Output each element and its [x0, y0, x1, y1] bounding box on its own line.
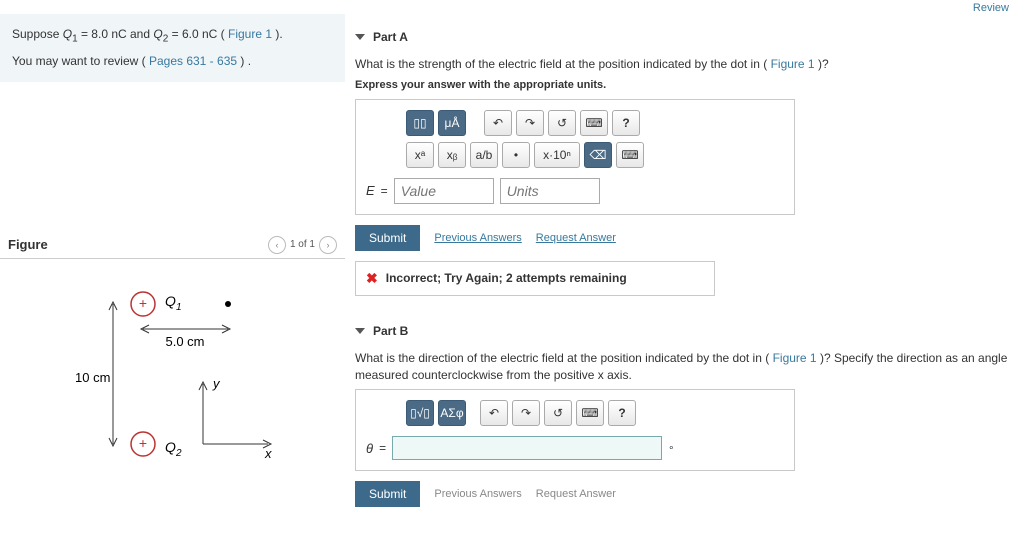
intro-suffix: ).: [275, 27, 282, 41]
svg-text:5.0 cm: 5.0 cm: [165, 334, 204, 349]
figure-next-button[interactable]: ›: [319, 236, 337, 254]
help-button[interactable]: ?: [612, 110, 640, 136]
review-prefix: You may want to review (: [12, 54, 146, 68]
feedback-box: ✖ Incorrect; Try Again; 2 attempts remai…: [355, 261, 715, 296]
degree-symbol: ∘: [668, 443, 674, 454]
q2-sub: 2: [163, 33, 169, 44]
part-b: Part B What is the direction of the elec…: [355, 318, 1014, 508]
equals: =: [381, 184, 388, 198]
part-a-title: Part A: [373, 30, 408, 44]
top-bar: Review: [0, 0, 1024, 14]
figure-prev-button[interactable]: ‹: [268, 236, 286, 254]
redo-button[interactable]: ↷: [512, 400, 540, 426]
part-a-question-prefix: What is the strength of the electric fie…: [355, 57, 767, 71]
review-suffix: ) .: [240, 54, 251, 68]
svg-text:Q: Q: [165, 293, 176, 309]
undo-button[interactable]: ↶: [480, 400, 508, 426]
q1-symbol: Q: [63, 27, 72, 41]
caret-down-icon: [355, 34, 365, 40]
templates-button[interactable]: ▯√▯: [406, 400, 434, 426]
svg-text:x: x: [264, 446, 272, 461]
superscript-button[interactable]: xᵃ: [406, 142, 434, 168]
left-column: Suppose Q1 = 8.0 nC and Q2 = 6.0 nC ( Fi…: [0, 14, 345, 507]
figure-link[interactable]: Figure 1: [228, 27, 272, 41]
pages-link[interactable]: Pages 631 - 635: [149, 54, 237, 68]
svg-text:2: 2: [175, 448, 182, 459]
templates-button[interactable]: ▯▯: [406, 110, 434, 136]
figure-title: Figure: [8, 237, 48, 252]
caret-down-icon: [355, 328, 365, 334]
theta-input[interactable]: [392, 436, 662, 460]
part-a-instruction: Express your answer with the appropriate…: [355, 79, 1014, 91]
request-answer-link[interactable]: Request Answer: [536, 232, 616, 244]
intro-text: Suppose: [12, 27, 63, 41]
fraction-button[interactable]: a/b: [470, 142, 498, 168]
figure-image: + Q1 5.0 cm 10 cm + Q2 y x: [0, 274, 345, 477]
variable-e: E: [366, 183, 375, 198]
keyboard-button[interactable]: ⌨: [576, 400, 604, 426]
equals: =: [379, 441, 386, 455]
part-b-title: Part B: [373, 324, 408, 338]
q2-symbol: Q: [153, 27, 162, 41]
part-b-answer-panel: ▯√▯ ΑΣφ ↶ ↷ ↺ ⌨ ? θ = ∘: [355, 389, 795, 471]
backspace-button[interactable]: ⌫: [584, 142, 612, 168]
part-a-header[interactable]: Part A: [355, 24, 1014, 50]
part-a-question-suffix: )?: [818, 57, 829, 71]
dot-button[interactable]: •: [502, 142, 530, 168]
part-b-question-prefix: What is the direction of the electric fi…: [355, 351, 769, 365]
subscript-button[interactable]: xᵦ: [438, 142, 466, 168]
units-button[interactable]: μÅ: [438, 110, 466, 136]
svg-text:10 cm: 10 cm: [75, 370, 110, 385]
right-column: Part A What is the strength of the elect…: [345, 14, 1024, 507]
greek-button[interactable]: ΑΣφ: [438, 400, 466, 426]
previous-answers-link[interactable]: Previous Answers: [434, 232, 521, 244]
svg-text:1: 1: [176, 302, 182, 313]
part-b-header[interactable]: Part B: [355, 318, 1014, 344]
svg-text:+: +: [138, 435, 146, 451]
submit-button[interactable]: Submit: [355, 481, 420, 507]
help-button[interactable]: ?: [608, 400, 636, 426]
review-link[interactable]: Review: [973, 2, 1009, 14]
undo-button[interactable]: ↶: [484, 110, 512, 136]
plus-icon: +: [138, 295, 146, 311]
part-a: Part A What is the strength of the elect…: [355, 24, 1014, 296]
value-input[interactable]: [394, 178, 494, 204]
units-input[interactable]: [500, 178, 600, 204]
svg-text:Q: Q: [165, 439, 176, 455]
q2-value: = 6.0 nC (: [172, 27, 225, 41]
keyboard-button[interactable]: ⌨: [580, 110, 608, 136]
figure-link[interactable]: Figure 1: [771, 57, 815, 71]
previous-answers-link[interactable]: Previous Answers: [434, 488, 521, 500]
keyboard-button-2[interactable]: ⌨: [616, 142, 644, 168]
figure-pager: 1 of 1: [290, 239, 315, 250]
svg-text:y: y: [212, 376, 221, 391]
incorrect-icon: ✖: [366, 270, 378, 287]
q1-value: = 8.0 nC and: [81, 27, 153, 41]
reset-button[interactable]: ↺: [544, 400, 572, 426]
submit-button[interactable]: Submit: [355, 225, 420, 251]
q1-sub: 1: [72, 33, 78, 44]
request-answer-link[interactable]: Request Answer: [536, 488, 616, 500]
figure-header: Figure ‹ 1 of 1 ›: [0, 232, 345, 259]
variable-theta: θ: [366, 441, 373, 456]
reset-button[interactable]: ↺: [548, 110, 576, 136]
scientific-button[interactable]: x·10ⁿ: [534, 142, 580, 168]
figure-link[interactable]: Figure 1: [773, 351, 817, 365]
redo-button[interactable]: ↷: [516, 110, 544, 136]
feedback-text: Incorrect; Try Again; 2 attempts remaini…: [386, 271, 627, 285]
part-a-answer-panel: ▯▯ μÅ ↶ ↷ ↺ ⌨ ? xᵃ xᵦ a/b • x·10ⁿ ⌫ ⌨: [355, 99, 795, 215]
problem-intro: Suppose Q1 = 8.0 nC and Q2 = 6.0 nC ( Fi…: [0, 14, 345, 82]
